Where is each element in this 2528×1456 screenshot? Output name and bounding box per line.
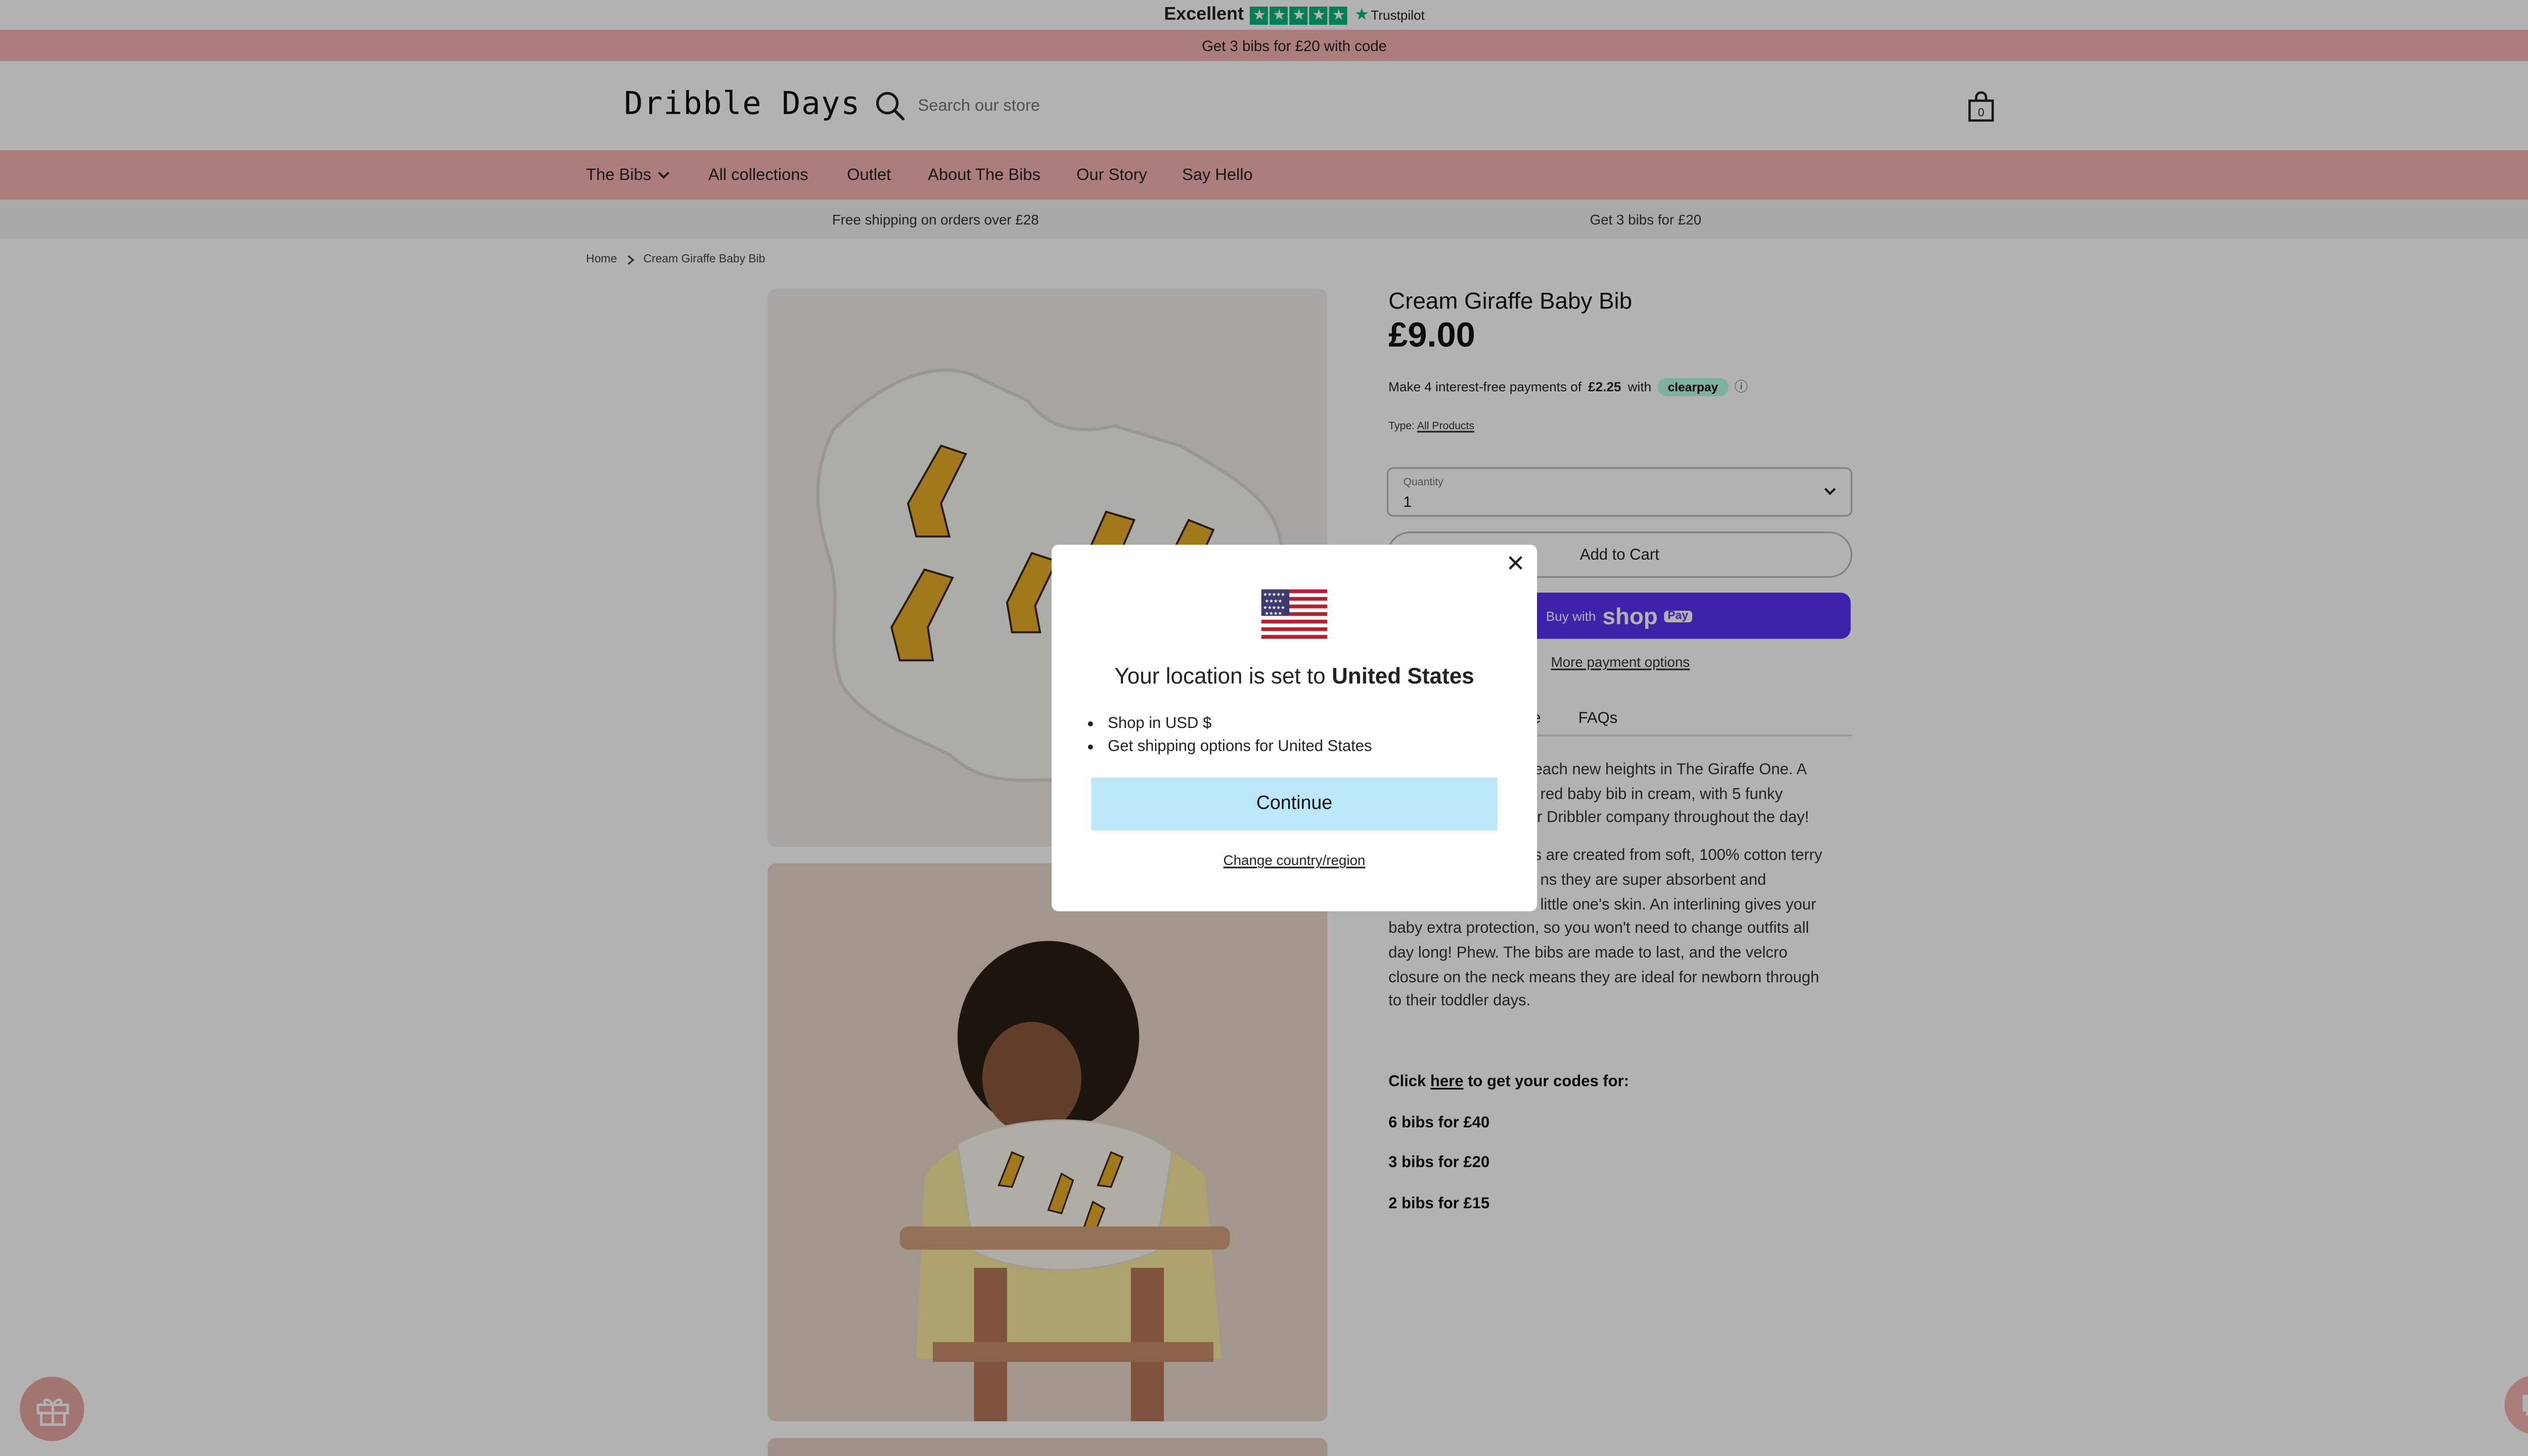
svg-text:★★★★★: ★★★★★ [1263,605,1285,611]
list-item: Get shipping options for United States [1108,736,1372,759]
change-country-link[interactable]: Change country/region [1052,852,1537,869]
modal-bullets: Shop in USD $ Get shipping options for U… [1108,713,1372,759]
svg-text:★★★★★: ★★★★★ [1263,592,1285,598]
svg-text:★★★★: ★★★★ [1265,611,1282,616]
close-icon[interactable]: ✕ [1504,552,1527,575]
svg-text:★★★★: ★★★★ [1265,599,1282,604]
us-flag-icon: ★★★★★★★★★★★★★★★★★★ [1261,589,1328,639]
country-name: United States [1331,663,1474,689]
page: Excellent ★ ★ ★ ★ ★ ★ Trustpilot Get 3 b… [0,0,2528,1456]
modal-heading: Your location is set to United States [1114,663,1474,689]
list-item: Shop in USD $ [1108,713,1372,737]
continue-button[interactable]: Continue [1091,777,1498,831]
location-modal: ✕ ★★★★★ ★★★★ ★★★★★ ★★★★ Your location is se… [1051,544,1537,912]
